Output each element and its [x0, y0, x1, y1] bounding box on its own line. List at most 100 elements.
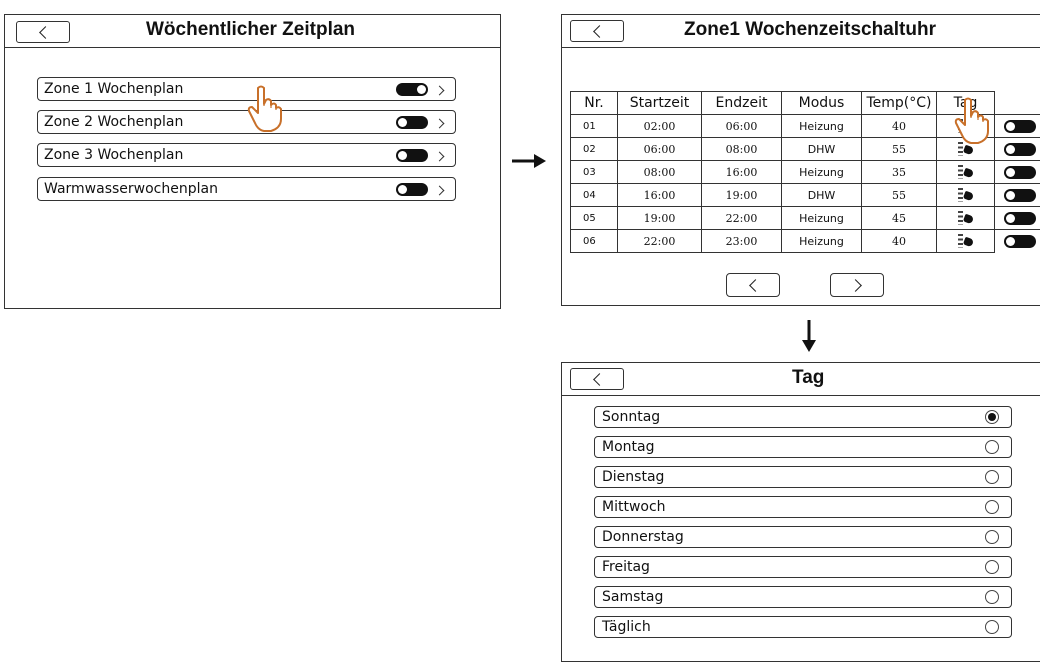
weekly-plan-item[interactable]: Zone 3 Wochenplan: [37, 143, 456, 167]
toggle-switch[interactable]: [1004, 120, 1036, 133]
day-option[interactable]: Mittwoch: [594, 496, 1012, 518]
pointing-hand-icon: [244, 84, 288, 132]
start-time-cell[interactable]: 16:00: [618, 184, 702, 207]
back-button[interactable]: [570, 368, 624, 390]
toggle-switch[interactable]: [396, 83, 428, 96]
day-cell[interactable]: [937, 184, 995, 207]
start-time-cell[interactable]: 06:00: [618, 138, 702, 161]
temp-cell[interactable]: 55: [862, 184, 937, 207]
temp-cell[interactable]: 35: [862, 161, 937, 184]
day-cell[interactable]: [937, 161, 995, 184]
radio-icon[interactable]: [985, 500, 999, 514]
temp-cell[interactable]: 45: [862, 207, 937, 230]
end-time-cell[interactable]: 08:00: [702, 138, 782, 161]
end-time-cell[interactable]: 23:00: [702, 230, 782, 253]
row-number: 02: [571, 138, 618, 161]
chevron-right-icon: [435, 86, 445, 96]
mode-cell[interactable]: Heizung: [782, 230, 862, 253]
pointing-hand-icon: [951, 96, 995, 144]
temp-cell[interactable]: 40: [862, 115, 937, 138]
day-cell[interactable]: [937, 207, 995, 230]
day-cell[interactable]: [937, 230, 995, 253]
toggle-switch[interactable]: [1004, 212, 1036, 225]
day-option[interactable]: Dienstag: [594, 466, 1012, 488]
mode-cell[interactable]: Heizung: [782, 115, 862, 138]
day-option[interactable]: Donnerstag: [594, 526, 1012, 548]
temp-cell[interactable]: 40: [862, 230, 937, 253]
toggle-switch[interactable]: [396, 183, 428, 196]
toggle-cell: [995, 207, 1040, 230]
toggle-knob: [1006, 214, 1015, 223]
toggle-knob: [398, 151, 407, 160]
toggle-switch[interactable]: [1004, 143, 1036, 156]
row-number: 05: [571, 207, 618, 230]
hand-shape: [962, 145, 973, 156]
radio-icon[interactable]: [985, 560, 999, 574]
table-row: 0308:0016:00Heizung35: [571, 161, 1040, 184]
arrow-right-icon: [508, 151, 548, 171]
radio-icon[interactable]: [985, 530, 999, 544]
end-time-cell[interactable]: 16:00: [702, 161, 782, 184]
hand-shape: [962, 168, 973, 179]
radio-icon[interactable]: [985, 590, 999, 604]
day-option[interactable]: Freitag: [594, 556, 1012, 578]
toggle-switch[interactable]: [396, 116, 428, 129]
day-label: Dienstag: [602, 469, 664, 485]
start-time-cell[interactable]: 22:00: [618, 230, 702, 253]
weekly-schedule-panel: Wöchentlicher Zeitplan Zone 1 Wochenplan…: [4, 14, 501, 309]
day-label: Donnerstag: [602, 529, 684, 545]
start-time-cell[interactable]: 08:00: [618, 161, 702, 184]
toggle-knob: [417, 85, 426, 94]
next-page-button[interactable]: [830, 273, 884, 297]
column-header: Startzeit: [618, 92, 702, 115]
day-dots: [958, 165, 963, 179]
back-button[interactable]: [16, 21, 70, 43]
weekly-plan-label: Zone 1 Wochenplan: [44, 81, 183, 97]
row-number: 03: [571, 161, 618, 184]
start-time-cell[interactable]: 02:00: [618, 115, 702, 138]
mode-cell[interactable]: DHW: [782, 184, 862, 207]
toggle-cell: [995, 230, 1040, 253]
table-row: 0416:0019:00DHW55: [571, 184, 1040, 207]
toggle-switch[interactable]: [1004, 166, 1036, 179]
end-time-cell[interactable]: 22:00: [702, 207, 782, 230]
back-button[interactable]: [570, 20, 624, 42]
toggle-switch[interactable]: [396, 149, 428, 162]
weekly-schedule-header: Wöchentlicher Zeitplan: [5, 15, 500, 48]
weekly-plan-label: Zone 2 Wochenplan: [44, 114, 183, 130]
day-option[interactable]: Täglich: [594, 616, 1012, 638]
mode-cell[interactable]: Heizung: [782, 207, 862, 230]
day-select-panel: Tag Sonntag Montag Dienstag Mittwoch Donners…: [561, 362, 1040, 662]
day-label: Sonntag: [602, 409, 660, 425]
start-time-cell[interactable]: 19:00: [618, 207, 702, 230]
zone-timer-header: Zone1 Wochenzeitschaltuhr: [562, 15, 1040, 48]
day-label: Mittwoch: [602, 499, 666, 515]
day-select-header: Tag: [562, 363, 1040, 396]
mode-cell[interactable]: Heizung: [782, 161, 862, 184]
chevron-right-icon: [435, 152, 445, 162]
weekly-plan-label: Warmwasserwochenplan: [44, 181, 218, 197]
radio-icon[interactable]: [985, 620, 999, 634]
page-title: Zone1 Wochenzeitschaltuhr: [684, 19, 936, 41]
mode-cell[interactable]: DHW: [782, 138, 862, 161]
day-option[interactable]: Samstag: [594, 586, 1012, 608]
radio-icon[interactable]: [985, 410, 999, 424]
weekly-plan-item[interactable]: Warmwasserwochenplan: [37, 177, 456, 201]
day-option[interactable]: Sonntag: [594, 406, 1012, 428]
toggle-switch[interactable]: [1004, 235, 1036, 248]
radio-icon[interactable]: [985, 470, 999, 484]
chevron-left-icon: [593, 25, 606, 38]
column-header: Nr.: [571, 92, 618, 115]
toggle-switch[interactable]: [1004, 189, 1036, 202]
temp-cell[interactable]: 55: [862, 138, 937, 161]
day-label: Samstag: [602, 589, 663, 605]
row-number: 06: [571, 230, 618, 253]
end-time-cell[interactable]: 19:00: [702, 184, 782, 207]
end-time-cell[interactable]: 06:00: [702, 115, 782, 138]
day-option[interactable]: Montag: [594, 436, 1012, 458]
prev-page-button[interactable]: [726, 273, 780, 297]
hand-shape: [962, 214, 973, 225]
day-dots: [958, 188, 963, 202]
day-label: Montag: [602, 439, 654, 455]
radio-icon[interactable]: [985, 440, 999, 454]
